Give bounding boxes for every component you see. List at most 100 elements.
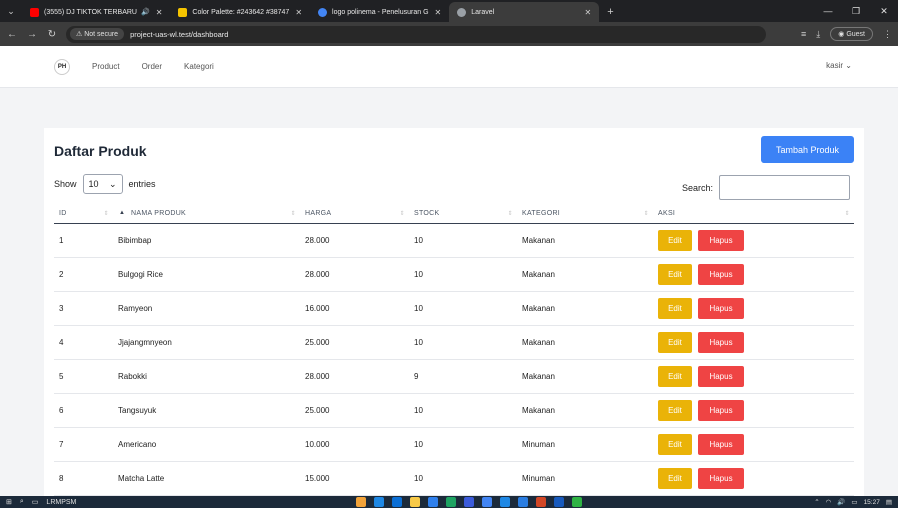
close-icon[interactable]: ✕ bbox=[585, 8, 592, 17]
search-icon[interactable]: ⌕ bbox=[20, 498, 24, 506]
browser-tab-color-palette[interactable]: Color Palette: #243642 #38747 ✕ bbox=[170, 2, 310, 22]
close-icon[interactable]: ✕ bbox=[156, 8, 163, 17]
table-body: 1 Bibimbap 28.000 10 Makanan Edit Hapus 2 Bulgog… bbox=[54, 223, 854, 496]
tab-search-chevron-icon[interactable]: ⌄ bbox=[0, 0, 22, 22]
delete-button[interactable]: Hapus bbox=[698, 365, 744, 387]
folder-icon[interactable] bbox=[410, 497, 420, 507]
clock-time[interactable]: 15:27 bbox=[864, 499, 880, 506]
delete-button[interactable]: Hapus bbox=[698, 263, 744, 285]
cell-category: Makanan bbox=[517, 393, 653, 428]
entries-select[interactable]: 10 ⌄ bbox=[82, 174, 123, 194]
edit-button[interactable]: Edit bbox=[658, 467, 692, 489]
cell-id: 7 bbox=[54, 427, 113, 462]
battery-icon[interactable]: ▭ bbox=[851, 498, 857, 506]
cell-actions: Edit Hapus bbox=[653, 325, 854, 360]
vscode-icon[interactable] bbox=[518, 497, 528, 507]
cell-category: Makanan bbox=[517, 359, 653, 394]
tab-label: logo polinema - Penelusuran G bbox=[332, 8, 429, 16]
app-icon[interactable] bbox=[446, 497, 456, 507]
chrome-icon[interactable] bbox=[482, 497, 492, 507]
close-window-icon[interactable]: ✕ bbox=[870, 0, 898, 22]
column-header-category[interactable]: KATEGORI ⇕ bbox=[517, 205, 653, 224]
nav-link-kategori[interactable]: Kategori bbox=[184, 62, 214, 71]
cell-actions: Edit Hapus bbox=[653, 359, 854, 394]
task-view-icon[interactable]: ▭ bbox=[32, 498, 39, 506]
cell-price: 25.000 bbox=[300, 393, 409, 428]
search-area: Search: bbox=[682, 175, 851, 200]
app-icon[interactable] bbox=[374, 497, 384, 507]
column-header-name[interactable]: ▲ NAMA PRODUK ⇕ bbox=[113, 205, 300, 224]
column-header-stock[interactable]: STOCK ⇕ bbox=[409, 205, 517, 224]
menu-kebab-icon[interactable]: ⋮ bbox=[883, 29, 892, 40]
app-icon[interactable] bbox=[356, 497, 366, 507]
edit-button[interactable]: Edit bbox=[658, 365, 692, 387]
nav-link-product[interactable]: Product bbox=[92, 62, 120, 71]
table-row: 6 Tangsuyuk 25.000 10 Makanan Edit Hapus bbox=[54, 393, 854, 428]
cell-category: Makanan bbox=[517, 223, 653, 258]
guest-label: Guest bbox=[846, 31, 865, 38]
edit-button[interactable]: Edit bbox=[658, 399, 692, 421]
table-row: 8 Matcha Latte 15.000 10 Minuman Edit Hapus bbox=[54, 461, 854, 496]
table-row: 2 Bulgogi Rice 28.000 10 Makanan Edit Hapus bbox=[54, 257, 854, 292]
speaker-icon[interactable]: 🔊 bbox=[141, 8, 150, 16]
delete-button[interactable]: Hapus bbox=[698, 467, 744, 489]
nav-link-order[interactable]: Order bbox=[142, 62, 162, 71]
browser-tab-google[interactable]: logo polinema - Penelusuran G ✕ bbox=[310, 2, 449, 22]
close-icon[interactable]: ✕ bbox=[295, 8, 302, 17]
edit-button[interactable]: Edit bbox=[658, 331, 692, 353]
volume-icon[interactable]: 🔊 bbox=[837, 498, 845, 506]
guest-profile-button[interactable]: ◉ Guest bbox=[830, 27, 873, 41]
edit-button[interactable]: Edit bbox=[658, 229, 692, 251]
reload-icon[interactable]: ↻ bbox=[44, 29, 60, 40]
column-header-id[interactable]: ID ⇕ bbox=[54, 205, 113, 224]
maximize-icon[interactable]: ❐ bbox=[842, 0, 870, 22]
cell-actions: Edit Hapus bbox=[653, 427, 854, 462]
app-icon[interactable] bbox=[500, 497, 510, 507]
notifications-icon[interactable]: ▤ bbox=[886, 498, 892, 506]
app-icon[interactable] bbox=[392, 497, 402, 507]
not-secure-badge[interactable]: ⚠ Not secure bbox=[70, 28, 125, 40]
delete-button[interactable]: Hapus bbox=[698, 331, 744, 353]
app-icon[interactable] bbox=[536, 497, 546, 507]
edit-button[interactable]: Edit bbox=[658, 433, 692, 455]
windows-start-icon[interactable]: ⊞ bbox=[6, 498, 12, 506]
add-product-button[interactable]: Tambah Produk bbox=[761, 136, 854, 163]
cell-actions: Edit Hapus bbox=[653, 461, 854, 496]
delete-button[interactable]: Hapus bbox=[698, 297, 744, 319]
cell-category: Minuman bbox=[517, 461, 653, 496]
app-icon[interactable] bbox=[572, 497, 582, 507]
app-navbar: PH Product Order Kategori kasir ⌄ bbox=[0, 46, 898, 88]
chevron-up-icon[interactable]: ⌃ bbox=[814, 498, 819, 506]
page-content: PH Product Order Kategori kasir ⌄ Daftar… bbox=[0, 46, 898, 496]
search-input[interactable] bbox=[719, 175, 851, 200]
app-icon[interactable] bbox=[428, 497, 438, 507]
column-header-actions[interactable]: AKSI ⇕ bbox=[653, 205, 854, 224]
entries-control: Show 10 ⌄ entries bbox=[54, 174, 156, 194]
delete-button[interactable]: Hapus bbox=[698, 433, 744, 455]
app-logo[interactable]: PH bbox=[54, 58, 70, 75]
entries-label: entries bbox=[128, 179, 156, 189]
delete-button[interactable]: Hapus bbox=[698, 229, 744, 251]
back-icon[interactable]: ← bbox=[4, 29, 20, 40]
search-label: Search: bbox=[682, 182, 714, 193]
url-input[interactable]: ⚠ Not secure project-uas-wl.test/dashboa… bbox=[66, 25, 766, 43]
wifi-icon[interactable]: ◠ bbox=[826, 498, 832, 506]
close-icon[interactable]: ✕ bbox=[435, 8, 442, 17]
browser-tab-laravel[interactable]: Laravel ✕ bbox=[449, 2, 600, 22]
url-text: project-uas-wl.test/dashboard bbox=[130, 29, 229, 39]
cell-stock: 10 bbox=[409, 291, 517, 326]
delete-button[interactable]: Hapus bbox=[698, 399, 744, 421]
edit-button[interactable]: Edit bbox=[658, 297, 692, 319]
minimize-icon[interactable]: — bbox=[814, 0, 842, 22]
reading-list-icon[interactable]: ≡ bbox=[801, 29, 806, 39]
edit-button[interactable]: Edit bbox=[658, 263, 692, 285]
app-icon[interactable] bbox=[464, 497, 474, 507]
user-menu-dropdown[interactable]: kasir ⌄ bbox=[826, 61, 852, 70]
download-icon[interactable]: ⤓ bbox=[816, 29, 820, 40]
browser-tab-youtube[interactable]: (3555) DJ TIKTOK TERBARU 🔊 ✕ bbox=[22, 2, 170, 22]
new-tab-button[interactable]: + bbox=[599, 2, 621, 22]
column-header-price[interactable]: HARGA ⇕ bbox=[300, 205, 409, 224]
forward-icon[interactable]: → bbox=[24, 29, 40, 40]
cell-price: 28.000 bbox=[300, 223, 409, 258]
word-icon[interactable] bbox=[554, 497, 564, 507]
